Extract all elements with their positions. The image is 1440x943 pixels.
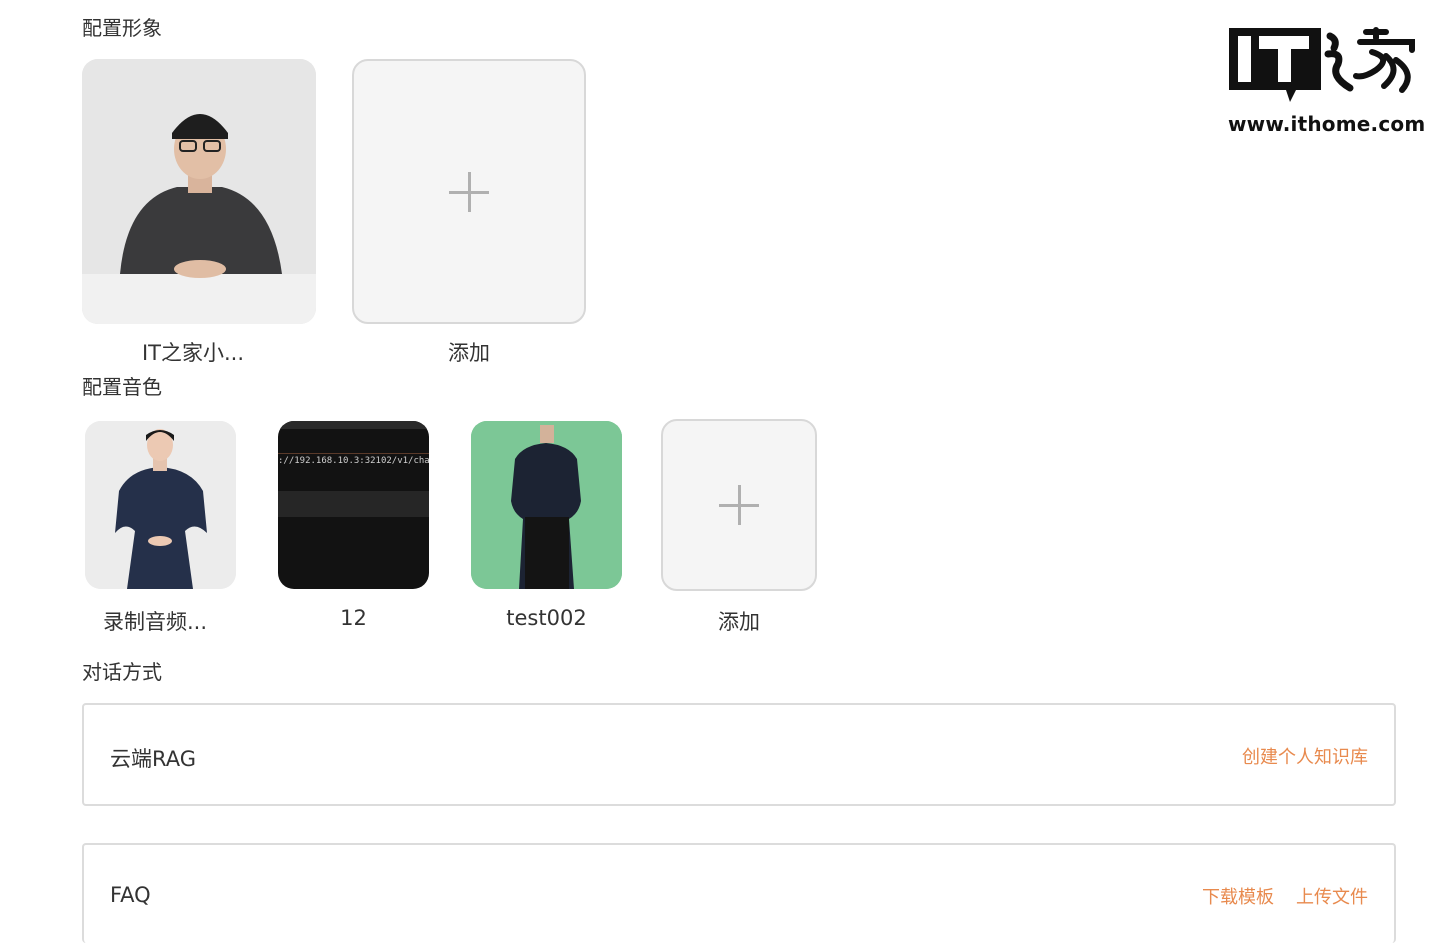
voice-caption-3: test002 bbox=[506, 606, 587, 630]
ithome-logo-mark bbox=[1229, 27, 1415, 102]
avatar-caption-add: 添加 bbox=[448, 341, 490, 365]
voice-caption-2: 12 bbox=[340, 606, 367, 630]
terminal-divider bbox=[278, 453, 429, 454]
avatar-caption-1: IT之家小... bbox=[141, 341, 245, 365]
dialog-option-label: 云端RAG bbox=[110, 747, 197, 771]
plus-icon bbox=[719, 485, 759, 525]
voice-man-greenscreen-image bbox=[471, 421, 622, 589]
download-template-link[interactable]: 下载模板 bbox=[1202, 883, 1274, 909]
avatar-card-itzhijia[interactable] bbox=[82, 59, 316, 324]
voice-woman-image bbox=[85, 421, 236, 589]
upload-file-link[interactable]: 上传文件 bbox=[1296, 883, 1368, 909]
ithome-url: www.ithome.com bbox=[1228, 112, 1426, 136]
dialog-option-label: FAQ bbox=[110, 883, 151, 907]
avatar-person-image bbox=[82, 59, 316, 324]
add-avatar-button[interactable] bbox=[352, 59, 586, 324]
plus-icon bbox=[449, 171, 489, 212]
terminal-header-bar bbox=[278, 421, 429, 429]
voice-card-12[interactable]: ://192.168.10.3:32102/v1/chat/c bbox=[278, 421, 429, 589]
voice-card-recording[interactable] bbox=[85, 421, 236, 589]
dialog-option-faq[interactable]: FAQ 下载模板 上传文件 bbox=[82, 843, 1396, 943]
voice-section-title: 配置音色 bbox=[82, 375, 162, 399]
create-knowledge-base-link[interactable]: 创建个人知识库 bbox=[1242, 743, 1368, 769]
voice-caption-add: 添加 bbox=[718, 610, 760, 634]
dialog-section-title: 对话方式 bbox=[82, 660, 162, 684]
voice-card-test002[interactable] bbox=[471, 421, 622, 589]
dialog-option-cloud-rag[interactable]: 云端RAG 创建个人知识库 bbox=[82, 703, 1396, 806]
terminal-url-text: ://192.168.10.3:32102/v1/chat/c bbox=[278, 456, 429, 466]
avatar-section-title: 配置形象 bbox=[82, 16, 162, 40]
add-voice-button[interactable] bbox=[661, 419, 817, 591]
voice-caption-1: 录制音频... bbox=[102, 610, 208, 634]
terminal-input-row bbox=[278, 491, 429, 517]
